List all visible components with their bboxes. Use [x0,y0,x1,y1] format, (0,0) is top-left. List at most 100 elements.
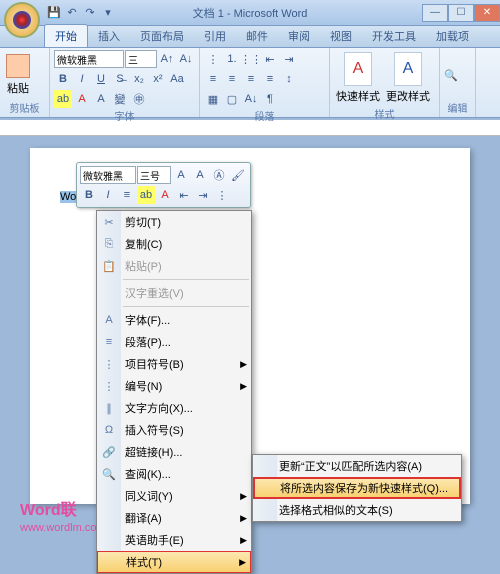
tab-dev[interactable]: 开发工具 [362,25,426,47]
ctx-icon: ⋮ [101,378,117,394]
ctx-item[interactable]: ≡段落(P)... [97,331,251,353]
ctx-item[interactable]: ⎘复制(C) [97,233,251,255]
ctx-item[interactable]: ⋮项目符号(B)▶ [97,353,251,375]
ctx-item[interactable]: ∥文字方向(X)... [97,397,251,419]
mini-bullets[interactable]: ⋮ [213,186,231,204]
superscript-button[interactable]: x² [149,70,167,88]
submenu-item[interactable]: 更新“正文”以匹配所选内容(A) [253,455,461,477]
mini-font-combo[interactable]: 微软雅黑 [80,166,136,184]
tab-insert[interactable]: 插入 [88,25,130,47]
mini-color[interactable]: A [156,186,174,204]
numbering-button[interactable]: 1. [223,50,241,68]
ctx-item[interactable]: A字体(F)... [97,309,251,331]
line-spacing-button[interactable]: ↕ [280,70,298,88]
tab-review[interactable]: 审阅 [278,25,320,47]
submenu-item[interactable]: 将所选内容保存为新快速样式(Q)... [253,477,461,499]
align-right-button[interactable]: ≡ [242,70,260,88]
ctx-item[interactable]: 英语助手(E)▶ [97,529,251,551]
mini-bold[interactable]: B [80,186,98,204]
tab-mail[interactable]: 邮件 [236,25,278,47]
group-editing: 编辑 [444,100,471,115]
close-button[interactable]: ✕ [474,4,500,22]
change-styles-button[interactable]: A更改样式 [384,50,432,106]
paste-button[interactable]: 粘贴 [4,52,32,98]
mini-styles-icon[interactable]: Ⓐ [210,166,228,184]
ctx-icon: Ω [101,422,117,438]
grow-font-icon[interactable]: A↑ [158,50,176,68]
ctx-item[interactable]: 样式(T)▶ [97,551,251,573]
show-marks-button[interactable]: ¶ [261,90,279,108]
char-border-button[interactable]: A [92,90,110,108]
undo-icon[interactable]: ↶ [64,5,80,21]
submenu-item[interactable]: 选择格式相似的文本(S) [253,499,461,521]
ctx-label: 插入符号(S) [125,422,184,438]
save-icon[interactable]: 💾 [46,5,62,21]
ctx-icon: 🔗 [101,444,117,460]
minimize-button[interactable]: — [422,4,448,22]
ctx-icon: 📋 [101,258,117,274]
group-styles: 样式 [334,106,435,121]
find-icon[interactable]: 🔍 [444,69,458,82]
ctx-item: 📋粘贴(P) [97,255,251,277]
ctx-label: 超链接(H)... [125,444,182,460]
font-size-combo[interactable]: 三 [125,50,157,68]
ctx-item[interactable]: 翻译(A)▶ [97,507,251,529]
bold-button[interactable]: B [54,70,72,88]
mini-italic[interactable]: I [99,186,117,204]
shrink-font-icon[interactable]: A↓ [177,50,195,68]
subscript-button[interactable]: x₂ [130,70,148,88]
mini-indent-inc[interactable]: ⇥ [194,186,212,204]
mini-size-combo[interactable]: 三号 [137,166,171,184]
redo-icon[interactable]: ↷ [82,5,98,21]
enclose-button[interactable]: ㊥ [130,90,148,108]
qat-dropdown-icon[interactable]: ▾ [100,5,116,21]
strike-button[interactable]: S̶ [111,70,129,88]
mini-grow-icon[interactable]: A [172,166,190,184]
submenu-label: 更新“正文”以匹配所选内容(A) [279,458,422,474]
bullets-button[interactable]: ⋮ [204,50,222,68]
ctx-item[interactable]: 同义词(Y)▶ [97,485,251,507]
mini-indent-dec[interactable]: ⇤ [175,186,193,204]
chevron-right-icon: ▶ [240,535,247,546]
multilevel-button[interactable]: ⋮⋮ [242,50,260,68]
mini-shrink-icon[interactable]: A [191,166,209,184]
highlight-button[interactable]: ab [54,90,72,108]
maximize-button[interactable]: ☐ [448,4,474,22]
borders-button[interactable]: ▢ [223,90,241,108]
ctx-item[interactable]: ⋮编号(N)▶ [97,375,251,397]
phonetic-button[interactable]: 變 [111,90,129,108]
group-font: 字体 [54,108,195,123]
mini-center[interactable]: ≡ [118,186,136,204]
sort-button[interactable]: A↓ [242,90,260,108]
ctx-label: 翻译(A) [125,510,162,526]
italic-button[interactable]: I [73,70,91,88]
align-justify-button[interactable]: ≡ [261,70,279,88]
ctx-item[interactable]: ✂剪切(T) [97,211,251,233]
font-family-combo[interactable]: 微软雅黑 [54,50,124,68]
tab-references[interactable]: 引用 [194,25,236,47]
ctx-icon [101,285,117,301]
tab-layout[interactable]: 页面布局 [130,25,194,47]
ctx-label: 段落(P)... [125,334,171,350]
tab-home[interactable]: 开始 [44,24,88,47]
tab-addins[interactable]: 加载项 [426,25,479,47]
mini-highlight[interactable]: ab [137,186,155,204]
mini-toolbar: 微软雅黑 三号 A A Ⓐ 🖌 B I ≡ ab A ⇤ ⇥ ⋮ [76,162,251,208]
ctx-item[interactable]: 🔗 超链接(H)... [97,441,251,463]
office-button[interactable] [4,2,40,38]
ctx-icon: ∥ [101,400,117,416]
font-color-button[interactable]: A [73,90,91,108]
chevron-right-icon: ▶ [240,381,247,392]
quick-styles-button[interactable]: A快速样式 [334,50,382,106]
shading-button[interactable]: ▦ [204,90,222,108]
ctx-item[interactable]: 🔍查阅(K)... [97,463,251,485]
indent-inc-button[interactable]: ⇥ [280,50,298,68]
align-left-button[interactable]: ≡ [204,70,222,88]
align-center-button[interactable]: ≡ [223,70,241,88]
indent-dec-button[interactable]: ⇤ [261,50,279,68]
mini-painter-icon[interactable]: 🖌 [229,166,247,184]
tab-view[interactable]: 视图 [320,25,362,47]
case-button[interactable]: Aa [168,70,186,88]
underline-button[interactable]: U [92,70,110,88]
ctx-item[interactable]: Ω 插入符号(S) [97,419,251,441]
